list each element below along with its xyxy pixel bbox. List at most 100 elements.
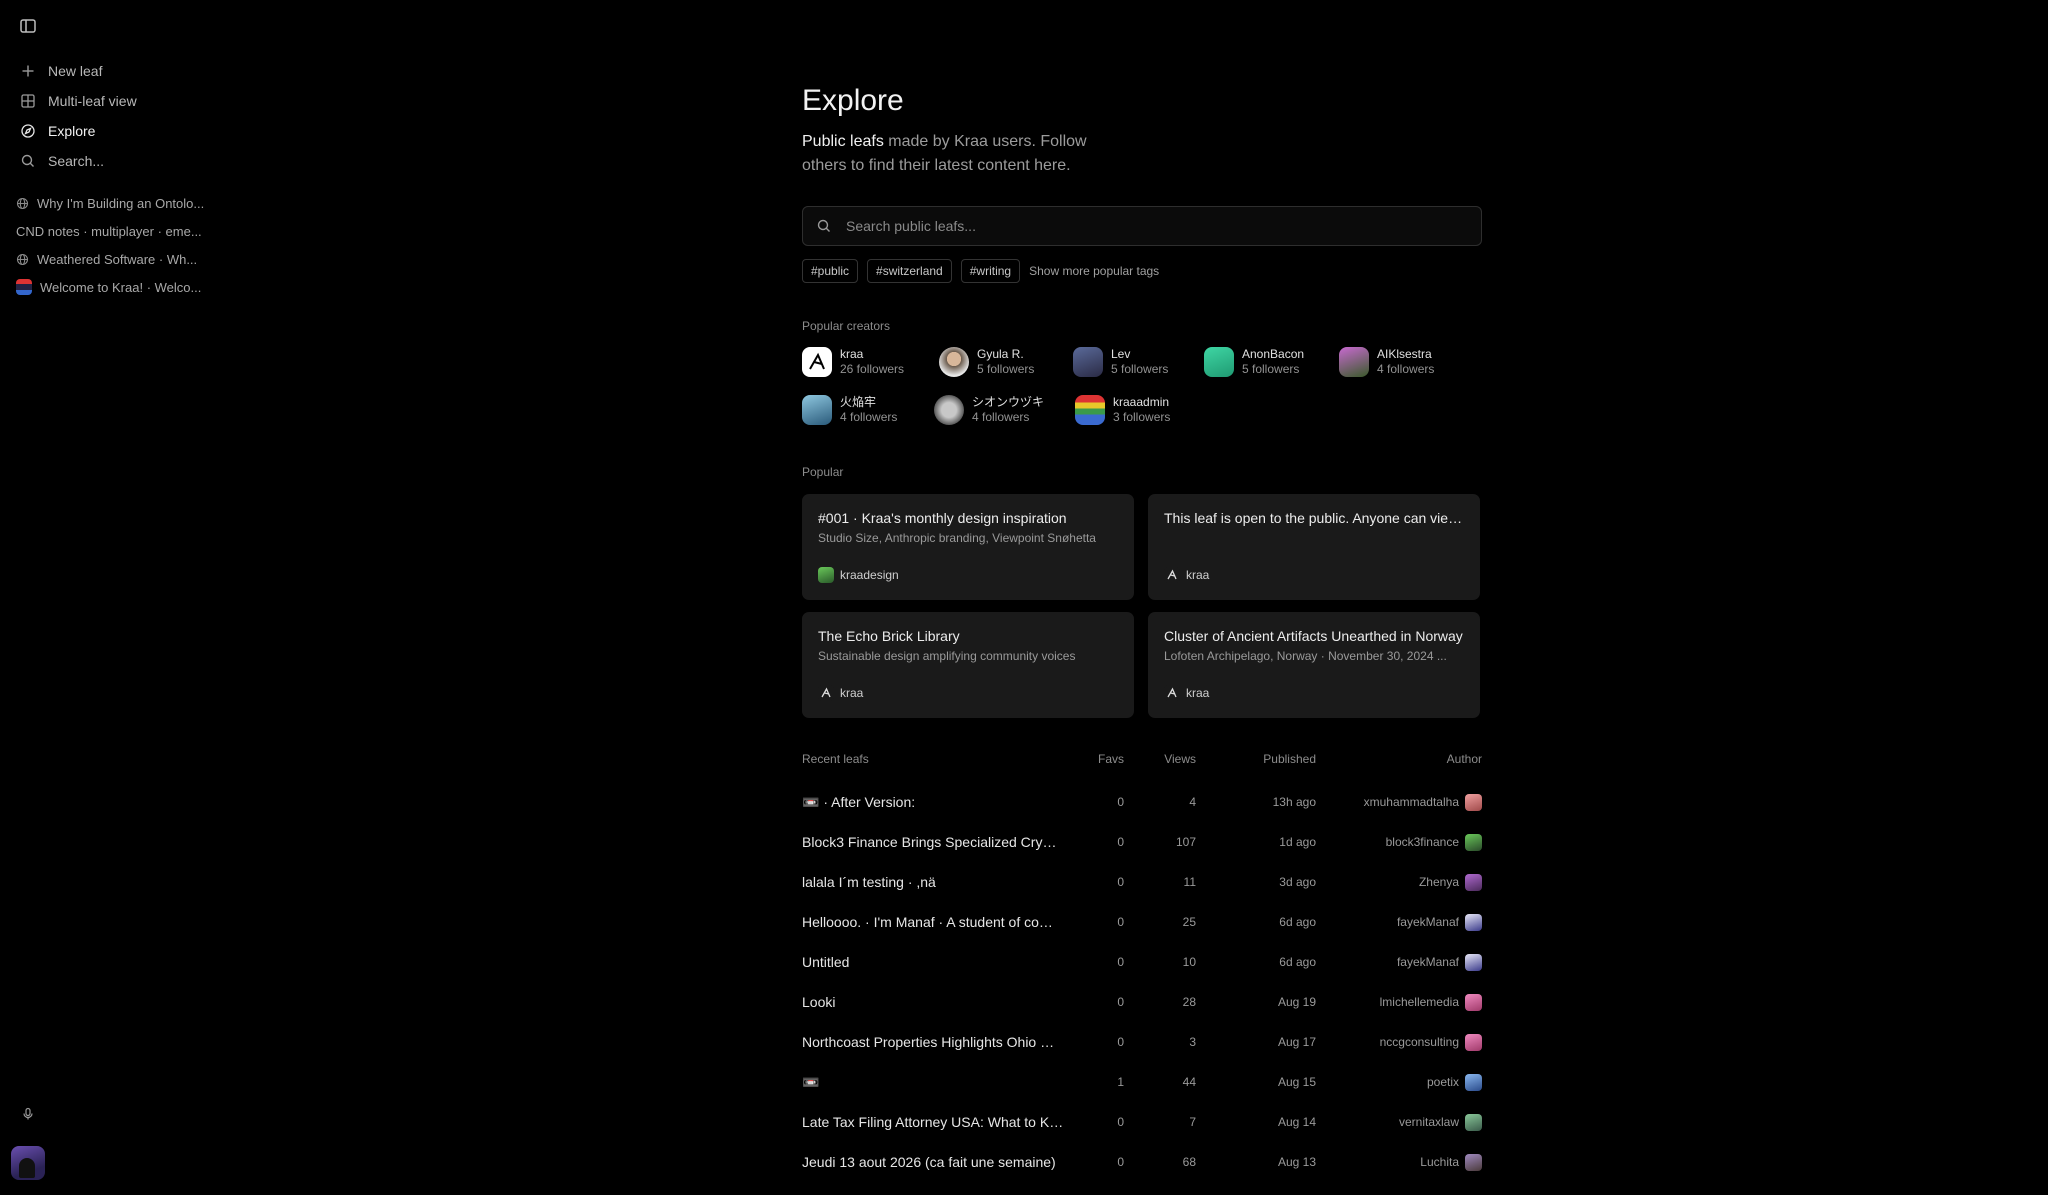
avatar <box>1465 793 1482 811</box>
nav-new-leaf[interactable]: New leaf <box>0 56 228 86</box>
avatar <box>1204 347 1234 377</box>
creator-kraa[interactable]: kraa 26 followers <box>802 347 904 377</box>
table-row[interactable]: Northcoast Properties Highlights Ohio Ma… <box>802 1022 1482 1062</box>
creator-aiklsestra[interactable]: AIKlsestra 4 followers <box>1339 347 1434 377</box>
nav-explore[interactable]: Explore <box>0 116 228 146</box>
table-row[interactable]: Block3 Finance Brings Specialized Crypto… <box>802 822 1482 862</box>
popular-leaf-card[interactable]: Cluster of Ancient Artifacts Unearthed i… <box>1148 612 1480 718</box>
row-author-name: vernitaxlaw <box>1398 1115 1459 1129</box>
search-input[interactable] <box>844 217 1481 235</box>
creator-lev[interactable]: Lev 5 followers <box>1073 347 1168 377</box>
avatar <box>1465 953 1482 971</box>
row-views: 28 <box>1182 995 1196 1009</box>
row-published: Aug 15 <box>1277 1075 1316 1089</box>
avatar <box>1465 873 1482 891</box>
avatar <box>1465 993 1482 1011</box>
creator-gyula[interactable]: Gyula R. 5 followers <box>939 347 1034 377</box>
creator-name: AnonBacon <box>1242 347 1305 361</box>
table-header: Recent leafs Favs Views Published Author <box>802 752 1482 772</box>
creator-followers: 4 followers <box>1377 362 1435 376</box>
kraa-logo-icon <box>1164 685 1180 701</box>
row-author-name: Zhenya <box>1418 875 1459 889</box>
row-views: 3 <box>1189 1035 1196 1049</box>
table-row[interactable]: Late Tax Filing Attorney USA: What to Kn… <box>802 1102 1482 1142</box>
avatar <box>1465 1113 1482 1131</box>
row-published: Aug 19 <box>1277 995 1316 1009</box>
popular-leaf-card[interactable]: This leaf is open to the public. Anyone … <box>1148 494 1480 600</box>
recent-leaf-item[interactable]: Why I'm Building an Ontolo... <box>0 189 228 217</box>
header-views[interactable]: Views <box>1164 752 1196 766</box>
popular-creators-heading: Popular creators <box>802 319 891 333</box>
row-favs: 0 <box>1117 995 1124 1009</box>
popular-leaf-card[interactable]: #001 · Kraa's monthly design inspiration… <box>802 494 1134 600</box>
table-row[interactable]: Looki 0 28 Aug 19 lmichellemedia <box>802 982 1482 1022</box>
creator-followers: 26 followers <box>840 362 905 376</box>
card-subtitle: Sustainable design amplifying community … <box>818 649 1076 663</box>
row-author-name: poetix <box>1426 1075 1459 1089</box>
row-published: Aug 13 <box>1277 1155 1316 1169</box>
avatar <box>1075 395 1105 425</box>
avatar <box>1073 347 1103 377</box>
row-author-name: nccgconsulting <box>1379 1035 1459 1049</box>
row-author[interactable]: poetix <box>1427 1062 1482 1102</box>
tag-writing[interactable]: #writing <box>960 259 1021 283</box>
popular-heading: Popular <box>802 465 844 479</box>
row-title: Block3 Finance Brings Specialized Crypto… <box>802 834 1064 850</box>
creator-name: kraa <box>840 347 864 361</box>
avatar <box>802 347 832 377</box>
show-more-tags-link[interactable]: Show more popular tags <box>1029 264 1159 278</box>
row-author[interactable]: lmichellemedia <box>1380 982 1482 1022</box>
microphone-icon[interactable] <box>17 1103 39 1125</box>
avatar <box>939 347 969 377</box>
recent-leaf-item[interactable]: Welcome to Kraa! · Welco... <box>0 273 228 301</box>
header-author[interactable]: Author <box>1447 752 1482 766</box>
creator-kraaadmin[interactable]: kraaadmin 3 followers <box>1075 395 1170 425</box>
header-favs[interactable]: Favs <box>1098 752 1124 766</box>
creator-followers: 4 followers <box>840 410 898 424</box>
recent-leaf-item[interactable]: Weathered Software · Wh... <box>0 245 228 273</box>
row-title: Looki <box>802 994 836 1010</box>
creator-shionuzuki[interactable]: シオンウヅキ 4 followers <box>934 395 1044 425</box>
search-icon <box>816 218 832 234</box>
header-recent-leafs: Recent leafs <box>802 752 869 766</box>
table-row[interactable]: lalala I´m testing · ,nä 0 11 3d ago Zhenya <box>802 862 1482 902</box>
row-favs: 0 <box>1117 795 1124 809</box>
card-title: The Echo Brick Library <box>818 628 960 644</box>
row-author[interactable]: nccgconsulting <box>1380 1022 1482 1062</box>
row-author[interactable]: Zhenya <box>1419 862 1482 902</box>
row-author-name: Luchita <box>1420 1155 1459 1169</box>
nav-multi-leaf-view[interactable]: Multi-leaf view <box>0 86 228 116</box>
creator-name: Lev <box>1111 347 1131 361</box>
nav-search[interactable]: Search... <box>0 146 228 176</box>
table-row[interactable]: Untitled 0 10 6d ago fayekManaf <box>802 942 1482 982</box>
table-row[interactable]: Helloooo. · I'm Manaf · A student of com… <box>802 902 1482 942</box>
row-author[interactable]: xmuhammadtalha <box>1364 782 1482 822</box>
row-author-name: fayekManaf <box>1396 955 1459 969</box>
row-author[interactable]: vernitaxlaw <box>1399 1102 1482 1142</box>
creator-anonbacon[interactable]: AnonBacon 5 followers <box>1204 347 1304 377</box>
table-row[interactable]: Jeudi 13 aout 2026 (ca fait une semaine)… <box>802 1142 1482 1182</box>
sidebar-toggle-icon[interactable] <box>19 17 37 35</box>
creator-hokyorou[interactable]: 火焔牢 4 followers <box>802 395 897 425</box>
tag-public[interactable]: #public <box>802 259 859 283</box>
row-author[interactable]: fayekManaf <box>1397 942 1482 982</box>
table-row[interactable]: 📼 · After Version: 0 4 13h ago xmuhammadtalh… <box>802 782 1482 822</box>
sidebar-recent-list: Why I'm Building an Ontolo... CND notes … <box>0 189 228 301</box>
popular-leaf-card[interactable]: The Echo Brick Library Sustainable desig… <box>802 612 1134 718</box>
row-author[interactable]: block3finance <box>1386 822 1482 862</box>
tag-switzerland[interactable]: #switzerland <box>867 259 952 283</box>
recent-leaf-item[interactable]: CND notes · multiplayer · eme... <box>0 217 228 245</box>
recent-leaf-label: Weathered Software · Wh... <box>37 251 198 267</box>
card-author: kraa <box>1164 685 1209 701</box>
recent-leaf-label: Welcome to Kraa! · Welco... <box>40 279 202 295</box>
row-author[interactable]: Luchita <box>1420 1142 1482 1182</box>
avatar <box>1465 913 1482 931</box>
header-published[interactable]: Published <box>1263 752 1316 766</box>
search-public-leafs[interactable] <box>802 206 1482 246</box>
row-author[interactable]: fayekManaf <box>1397 902 1482 942</box>
avatar <box>1465 1033 1482 1051</box>
user-avatar[interactable] <box>11 1146 45 1180</box>
kraa-logo-icon <box>1164 567 1180 583</box>
row-views: 107 <box>1175 835 1196 849</box>
table-row[interactable]: 📼 1 44 Aug 15 poetix <box>802 1062 1482 1102</box>
